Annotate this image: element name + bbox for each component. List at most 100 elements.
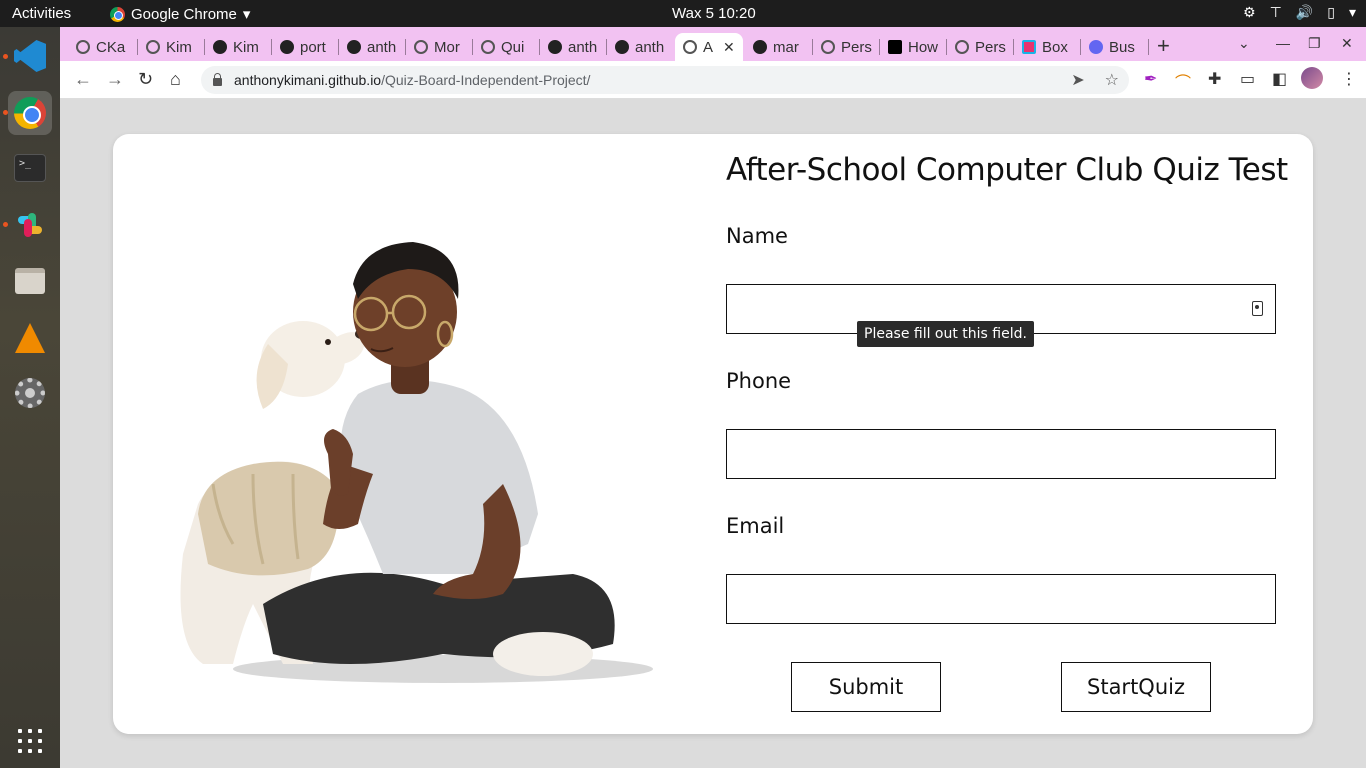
github-icon <box>347 40 361 54</box>
dock-vlc[interactable] <box>8 316 52 360</box>
tab-title: anth <box>568 38 598 56</box>
tab-title: Mor <box>434 38 460 56</box>
bookmark-star-icon[interactable]: ☆ <box>1105 70 1119 90</box>
clock[interactable]: Wax 5 10:20 <box>672 5 756 22</box>
tab[interactable]: anth <box>607 33 673 61</box>
globe-icon <box>683 40 697 54</box>
dock-files[interactable] <box>8 259 52 303</box>
puzzle-extensions-icon[interactable]: ✚ <box>1208 69 1221 89</box>
github-icon <box>548 40 562 54</box>
tab-title: anth <box>367 38 397 56</box>
tab-title: A <box>703 38 714 56</box>
dock-chrome[interactable] <box>8 91 52 135</box>
tab[interactable]: Bus <box>1081 33 1147 61</box>
chrome-icon <box>110 6 125 22</box>
tab[interactable]: Mor <box>406 33 470 61</box>
github-icon <box>753 40 767 54</box>
minimize-button[interactable]: — <box>1276 35 1290 51</box>
github-icon <box>615 40 629 54</box>
box-icon <box>1022 40 1036 54</box>
globe-icon <box>146 40 160 54</box>
network-icon: ⚙ <box>1243 4 1256 20</box>
tab[interactable]: Pers <box>813 33 877 61</box>
github-icon <box>213 40 227 54</box>
email-input[interactable] <box>726 574 1276 624</box>
feather-extension-icon[interactable]: ✒ <box>1144 69 1157 89</box>
app-menu[interactable]: Google Chrome ▾ <box>110 5 250 23</box>
tab-title: Pers <box>975 38 1006 56</box>
tab[interactable]: Pers <box>947 33 1011 61</box>
send-icon[interactable]: ➤ <box>1071 70 1084 90</box>
close-icon[interactable]: ✕ <box>723 39 735 56</box>
back-button[interactable]: ← <box>74 69 92 90</box>
tab-title: CKa <box>96 38 126 56</box>
dock-settings[interactable] <box>8 371 52 415</box>
new-tab-button[interactable]: + <box>1157 33 1170 59</box>
start-quiz-button[interactable]: StartQuiz <box>1061 662 1211 712</box>
contact-autofill-icon[interactable] <box>1252 301 1263 316</box>
volume-icon: 🔊 <box>1295 4 1314 20</box>
dock-vscode[interactable] <box>8 34 52 78</box>
tab[interactable]: mar <box>745 33 811 61</box>
page-title: After-School Computer Club Quiz Test <box>726 152 1288 188</box>
tab-title: port <box>300 38 326 56</box>
url-path: /Quiz-Board-Independent-Project/ <box>381 72 591 88</box>
dock-terminal[interactable]: >_ <box>8 146 52 190</box>
tab[interactable]: anth <box>540 33 604 61</box>
files-icon <box>15 268 45 294</box>
profile-avatar[interactable] <box>1301 67 1323 89</box>
tab-title: Qui <box>501 38 525 56</box>
menu-kebab-icon[interactable]: ⋮ <box>1341 69 1357 89</box>
tab[interactable]: anth <box>339 33 403 61</box>
submit-button[interactable]: Submit <box>791 662 941 712</box>
lock-icon[interactable] <box>213 73 222 86</box>
tab[interactable]: Kim <box>138 33 202 61</box>
dock-slack[interactable] <box>8 203 52 247</box>
system-top-bar: Activities Google Chrome ▾ Wax 5 10:20 ⚙… <box>0 0 1366 27</box>
cast-icon[interactable]: ▭ <box>1240 69 1255 89</box>
close-window-button[interactable]: ✕ <box>1341 35 1353 52</box>
chrome-icon <box>14 97 46 129</box>
phone-input[interactable] <box>726 429 1276 479</box>
tab[interactable]: How <box>880 33 944 61</box>
name-label: Name <box>726 224 788 248</box>
tab-strip: CKa Kim Kim port anth Mor Qui anth anth … <box>60 27 1366 61</box>
vscode-icon <box>14 40 46 72</box>
home-button[interactable]: ⌂ <box>170 69 181 90</box>
globe-icon <box>481 40 495 54</box>
tab-title: How <box>908 38 939 56</box>
tab[interactable]: CKa <box>68 33 134 61</box>
tab[interactable]: Box <box>1014 33 1078 61</box>
system-tray[interactable]: ⚙ ⊤ 🔊 ▯ ▾ <box>1243 4 1356 21</box>
tab-title: Kim <box>166 38 192 56</box>
dev-icon <box>888 40 902 54</box>
tab[interactable]: port <box>272 33 336 61</box>
globe-icon <box>414 40 428 54</box>
github-icon <box>280 40 294 54</box>
wired-network-icon: ⊤ <box>1269 4 1282 20</box>
reload-button[interactable]: ↻ <box>138 69 153 90</box>
tab-title: mar <box>773 38 799 56</box>
vlc-icon <box>15 323 45 353</box>
browser-window: CKa Kim Kim port anth Mor Qui anth anth … <box>60 27 1366 768</box>
activities-button[interactable]: Activities <box>12 5 71 22</box>
page-viewport: After-School Computer Club Quiz Test Nam… <box>60 99 1366 768</box>
forward-button[interactable]: → <box>106 69 124 90</box>
phone-label: Phone <box>726 369 792 393</box>
tab-active[interactable]: A ✕ <box>675 33 743 61</box>
globe-icon <box>76 40 90 54</box>
tab[interactable]: Kim <box>205 33 269 61</box>
restore-button[interactable]: ❐ <box>1308 35 1321 52</box>
person-with-dog-illustration <box>180 242 653 683</box>
show-applications-icon[interactable] <box>18 729 42 753</box>
side-panel-icon[interactable]: ◧ <box>1272 69 1287 89</box>
tab[interactable]: Qui <box>473 33 537 61</box>
tab-title: Pers <box>841 38 872 56</box>
chevron-down-icon: ▾ <box>242 6 251 23</box>
chevron-down-icon: ▾ <box>1348 4 1356 20</box>
address-bar[interactable]: anthonykimani.github.io/Quiz-Board-Indep… <box>201 66 1129 94</box>
quiz-card: After-School Computer Club Quiz Test Nam… <box>113 134 1313 734</box>
browser-toolbar: ← → ↻ ⌂ anthonykimani.github.io/Quiz-Boa… <box>60 61 1366 99</box>
tab-search-icon[interactable]: ⌄ <box>1238 35 1250 52</box>
rainbow-extension-icon[interactable]: ⌒ <box>1175 69 1191 93</box>
